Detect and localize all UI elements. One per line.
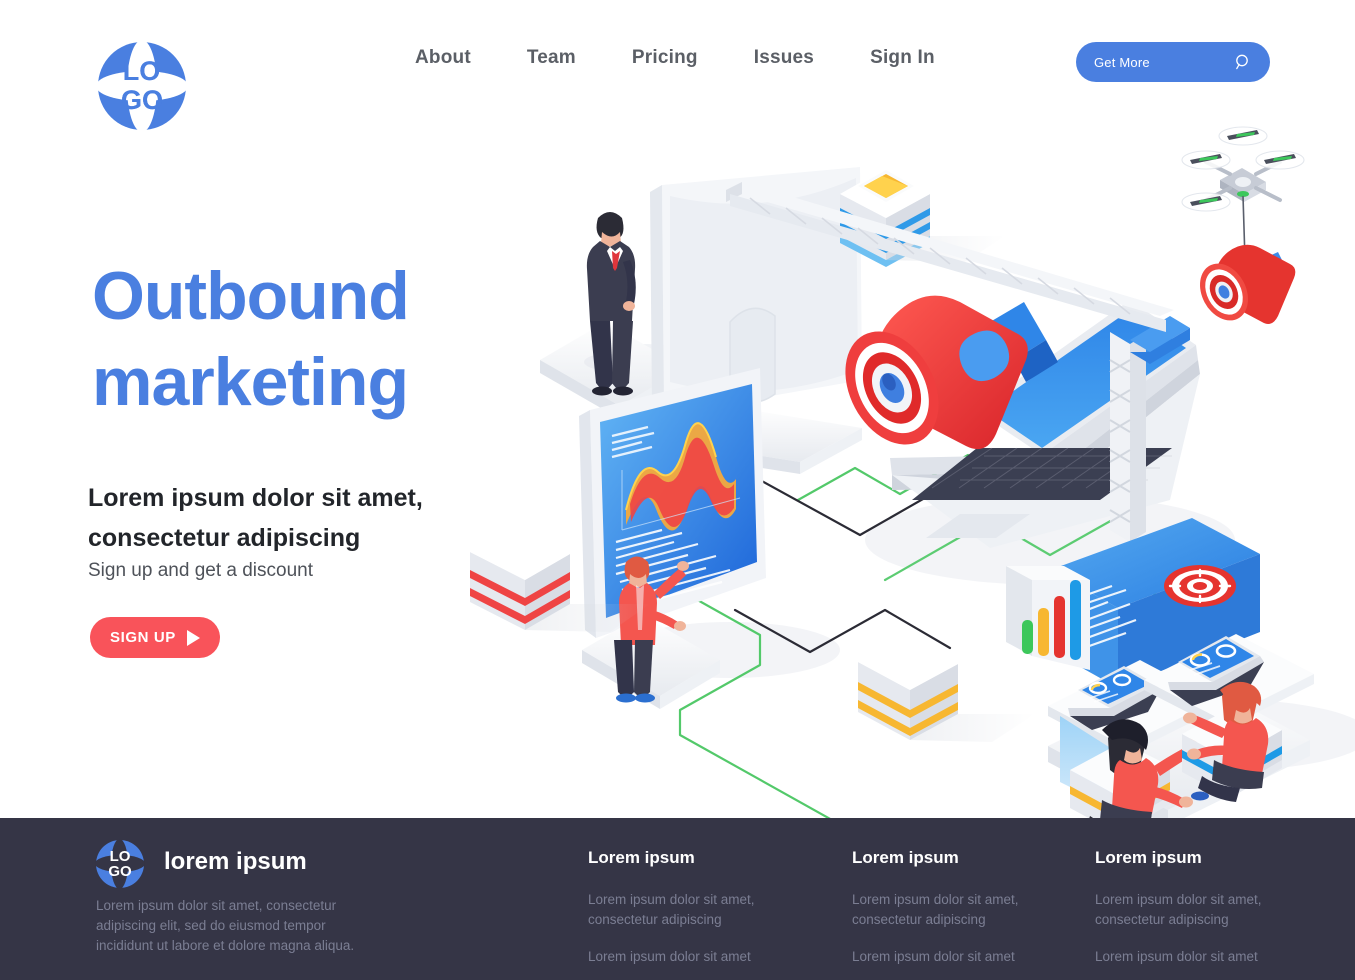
analytics-screen — [579, 368, 766, 638]
footer-logo-line-2: GO — [108, 863, 132, 880]
footer-column-3-link-2[interactable]: Lorem ipsum dolor sit amet — [1095, 947, 1295, 967]
main-nav: About Team Pricing Issues Sign In — [415, 47, 935, 69]
footer-column-3-title: Lorem ipsum — [1095, 848, 1202, 867]
get-more-button[interactable]: Get More — [1076, 42, 1270, 82]
footer-column-2: Lorem ipsum Lorem ipsum dolor sit amet, … — [852, 848, 1052, 980]
logo-text: LO GO — [98, 42, 186, 130]
nav-item-signin[interactable]: Sign In — [870, 47, 935, 69]
footer-logo[interactable]: LO GO — [95, 839, 145, 889]
logo-line-1: LO — [122, 56, 161, 86]
hero-subtitle-line-1: Lorem ipsum dolor sit amet, — [88, 484, 423, 512]
sign-up-label: SIGN UP — [110, 629, 176, 646]
nav-item-issues[interactable]: Issues — [754, 47, 814, 69]
footer-column-2-title: Lorem ipsum — [852, 848, 959, 867]
hero-subtitle-line-2: consectetur adipiscing — [88, 524, 361, 552]
nav-item-pricing[interactable]: Pricing — [632, 47, 698, 69]
footer-column-1-link-2[interactable]: Lorem ipsum dolor sit amet — [588, 947, 788, 967]
hero-note: Sign up and get a discount — [88, 560, 314, 581]
page-title-line-1: Outbound — [92, 258, 410, 334]
get-more-label: Get More — [1094, 54, 1150, 70]
footer-column-2-link-2[interactable]: Lorem ipsum dolor sit amet — [852, 947, 1052, 967]
footer-column-3-link-1[interactable]: Lorem ipsum dolor sit amet, consectetur … — [1095, 890, 1295, 930]
footer-description: Lorem ipsum dolor sit amet, consectetur … — [96, 898, 355, 953]
footer-logo-text: LO GO — [96, 840, 144, 888]
play-icon — [186, 629, 200, 646]
footer-brand: lorem ipsum — [164, 848, 307, 875]
drone-with-megaphone — [1181, 126, 1305, 324]
page-title-line-2: marketing — [92, 344, 409, 420]
landing-page: LO GO About Team Pricing Issues Sign In … — [0, 0, 1355, 980]
stacked-box-yellow — [858, 636, 1035, 742]
sign-up-button[interactable]: SIGN UP — [90, 617, 220, 658]
site-footer: LO GO lorem ipsum Lorem ipsum dolor sit … — [0, 818, 1355, 980]
bar-chart-panel — [1006, 566, 1090, 670]
hero-illustration — [430, 110, 1355, 830]
footer-column-2-link-1[interactable]: Lorem ipsum dolor sit amet, consectetur … — [852, 890, 1052, 930]
footer-column-1: Lorem ipsum Lorem ipsum dolor sit amet, … — [588, 848, 788, 980]
megaphone-small — [1200, 244, 1296, 324]
businessman-figure — [584, 212, 636, 396]
footer-column-3: Lorem ipsum Lorem ipsum dolor sit amet, … — [1095, 848, 1295, 980]
footer-column-1-link-1[interactable]: Lorem ipsum dolor sit amet, consectetur … — [588, 890, 788, 930]
header-logo[interactable]: LO GO — [96, 40, 188, 132]
nav-item-about[interactable]: About — [415, 47, 471, 69]
logo-line-2: GO — [120, 85, 163, 115]
footer-column-1-title: Lorem ipsum — [588, 848, 695, 867]
footer-logo-line-1: LO — [109, 848, 131, 865]
search-icon — [1234, 53, 1252, 71]
nav-item-team[interactable]: Team — [527, 47, 576, 69]
